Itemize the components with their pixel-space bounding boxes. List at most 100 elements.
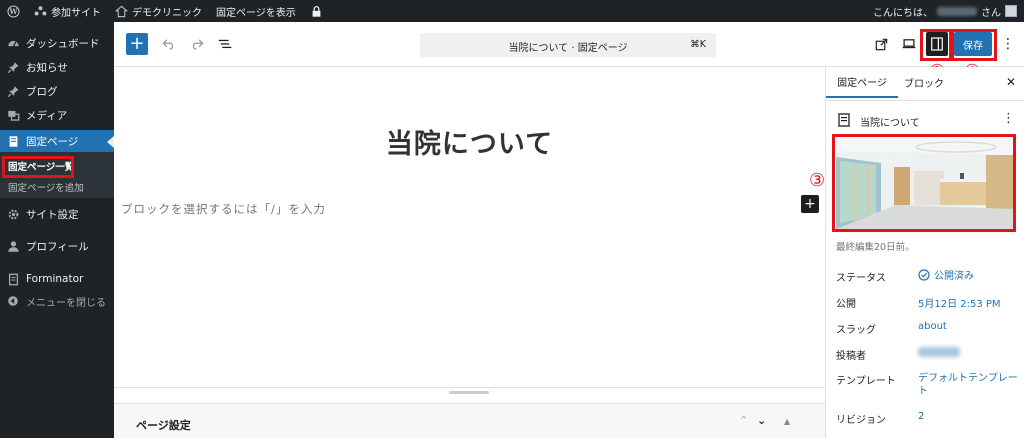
menu-item-site-settings[interactable]: サイト設定 [0,203,114,225]
meta-box-resize-handle[interactable] [449,391,489,394]
more-vertical-icon[interactable]: ⋮ [1002,111,1015,126]
avatar [1005,5,1017,17]
move-up-icon[interactable]: ⌃ [739,414,748,427]
view-page-link[interactable]: 固定ページを表示 [209,0,303,22]
menu-item-news[interactable]: お知らせ [0,56,114,78]
chevron-down-icon[interactable]: ⌄ [757,414,766,427]
site-name-menu[interactable]: 参加サイト [27,0,108,22]
toggle-panel-icon[interactable]: ▲ [784,417,790,426]
menu-label-pages: 固定ページ [26,135,79,148]
post-title[interactable]: 当院について [114,122,825,161]
redo-icon [192,39,204,50]
menu-item-blog[interactable]: ブログ [0,80,114,102]
published-check-icon [918,268,930,281]
revisions-label: リビジョン [836,415,886,426]
plus-icon: + [804,196,816,212]
page-icon [838,113,850,127]
command-palette-title: 当院について · 固定ページ [508,43,628,54]
user-icon [6,239,20,253]
meta-box-title: ページ設定 [136,419,191,432]
editor-toolbar: + 当院について · 固定ページ ⌘K 保存 ⋮ [114,22,1024,67]
menu-item-profile[interactable]: プロフィール [0,235,114,257]
menu-label-collapse: メニューを閉じる [26,297,106,309]
wordpress-icon: W [7,4,20,18]
lock-menu[interactable] [303,0,330,22]
admin-menu: ダッシュボード お知らせ ブログ メディア 固定ページ 固定ページ一覧 固定ペー… [0,22,114,438]
menu-label-blog: ブログ [26,85,58,98]
pin-icon [6,60,20,74]
tab-divider [826,100,1024,101]
submenu-label-pages-add: 固定ページを追加 [8,183,84,194]
default-block-appender[interactable]: ブロックを選択するには「/」を入力 [121,201,326,217]
svg-text:W: W [8,7,18,16]
site-home-menu[interactable]: デモクリニック [108,0,209,22]
block-inserter-button[interactable]: + [126,33,148,55]
site-home-label: デモクリニック [132,7,202,19]
slug-button[interactable]: about [918,321,947,332]
menu-label-media: メディア [26,109,68,122]
admin-bar: W 参加サイト デモクリニック 固定ページを表示 こんにちは、 さん [0,0,1024,22]
external-link-icon [875,38,887,50]
menu-label-news: お知らせ [26,61,68,74]
menu-item-forminator[interactable]: Forminator [0,268,114,290]
highlight-box-1 [2,156,74,178]
tab-block[interactable]: ブロック [898,67,958,98]
tab-page[interactable]: 固定ページ [826,67,898,98]
document-title: 当院について [860,118,920,129]
status-value-button[interactable]: 公開済み [918,267,974,282]
revisions-button[interactable]: 2 [918,411,924,422]
publish-label: 公開 [836,299,856,310]
media-icon [6,108,20,122]
more-vertical-icon: ⋮ [1001,36,1015,52]
menu-label-site-settings: サイト設定 [26,208,79,221]
annotation-number-3: ③ [809,170,826,191]
device-preview-button[interactable] [898,33,920,55]
wordpress-logo-menu[interactable]: W [0,0,27,22]
menu-item-dashboard[interactable]: ダッシュボード [0,32,114,54]
menu-item-pages[interactable]: 固定ページ [0,130,114,152]
add-block-button[interactable]: + [801,195,819,213]
editor-canvas: 当院について ブロックを選択するには「/」を入力 + ページ設定 ⌃ ⌄ ▲ [114,67,825,438]
user-name-redacted [937,6,977,16]
plus-icon: + [129,33,145,54]
dashboard-icon [6,36,20,50]
lock-icon [312,5,321,17]
site-name: 参加サイト [51,7,101,19]
greeting-label: こんにちは、 [873,7,933,19]
status-value: 公開済み [934,271,974,282]
submenu-item-pages-add[interactable]: 固定ページを追加 [0,178,114,196]
highlight-box-3 [832,134,1016,232]
redo-button[interactable] [186,33,208,55]
template-label: テンプレート [836,376,896,387]
view-page-label: 固定ページを表示 [216,7,296,19]
last-edited-text: 最終編集20日前。 [836,242,915,253]
pin-icon [6,84,20,98]
template-button[interactable]: デフォルトテンプレート [918,372,1018,398]
desktop-icon [902,39,916,49]
page-settings-meta-box: ページ設定 ⌃ ⌄ ▲ [114,403,825,438]
document-overview-button[interactable] [214,33,236,55]
highlight-box-4 [951,29,997,61]
publish-date-button[interactable]: 5月12日 2:53 PM [918,295,1001,310]
gear-icon [6,207,20,221]
command-palette-button[interactable]: 当院について · 固定ページ ⌘K [420,33,716,57]
highlight-box-2 [920,29,952,61]
author-button[interactable] [918,347,960,360]
form-icon [6,272,20,286]
my-account-menu[interactable]: こんにちは、 さん [866,0,1024,22]
close-icon[interactable]: ✕ [1004,75,1018,89]
undo-button[interactable] [158,33,180,55]
list-view-icon [218,39,232,49]
menu-item-media[interactable]: メディア [0,104,114,126]
view-page-button[interactable] [870,33,892,55]
menu-label-dashboard: ダッシュボード [26,37,100,50]
options-menu-button[interactable]: ⋮ [1000,33,1016,55]
tab-block-label: ブロック [904,79,944,90]
settings-sidebar: 固定ページ ブロック ✕ 当院について ⋮ 最終編集20日前。 ステータス 公開… [825,67,1024,438]
pages-icon [6,134,20,148]
canvas-divider [114,387,825,388]
menu-label-forminator: Forminator [26,273,84,285]
author-name-redacted [918,347,960,357]
collapse-menu-button[interactable]: メニューを閉じる [0,290,114,312]
home-icon [115,5,128,17]
